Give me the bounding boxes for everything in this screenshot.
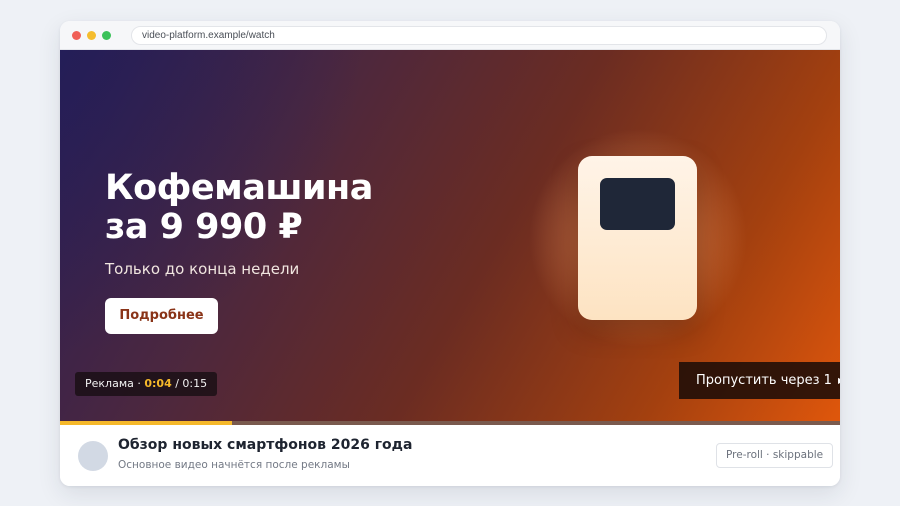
- video-player[interactable]: Кофемашина за 9 990 ₽ Только до конца не…: [60, 50, 840, 425]
- ad-total-time: / 0:15: [175, 377, 208, 390]
- ad-subline: Только до конца недели: [105, 260, 300, 278]
- ad-current-time: 0:04: [144, 377, 172, 390]
- coffee-machine-screen: [600, 178, 675, 230]
- browser-window: video-platform.example/watch Кофемашина …: [60, 21, 840, 486]
- video-info-bar: Обзор новых смартфонов 2026 года Основно…: [60, 425, 840, 486]
- ad-type-badge: Pre-roll · skippable: [716, 443, 834, 468]
- minimize-window-dot[interactable]: [87, 31, 96, 40]
- ad-label: Реклама ·: [85, 377, 141, 390]
- address-bar[interactable]: video-platform.example/watch: [131, 26, 827, 45]
- play-arrow-icon: ▶: [838, 376, 840, 385]
- channel-avatar[interactable]: [78, 441, 108, 471]
- ad-headline-line2: за 9 990 ₽: [105, 207, 303, 247]
- video-title[interactable]: Обзор новых смартфонов 2026 года: [118, 437, 412, 453]
- ad-headline-line1: Кофемашина: [105, 168, 373, 208]
- ad-timer-badge: Реклама · 0:04 / 0:15: [75, 372, 218, 396]
- video-subtitle: Основное видео начнётся после рекламы: [118, 459, 350, 471]
- learn-more-button[interactable]: Подробнее: [105, 298, 218, 334]
- close-window-dot[interactable]: [72, 31, 81, 40]
- maximize-window-dot[interactable]: [102, 31, 111, 40]
- skip-ad-button[interactable]: Пропустить через 1 ▶: [679, 362, 840, 399]
- coffee-machine-illustration: [578, 156, 697, 320]
- browser-chrome: video-platform.example/watch: [60, 21, 840, 50]
- ad-headline: Кофемашина за 9 990 ₽: [105, 169, 445, 247]
- skip-ad-label: Пропустить через 1: [696, 373, 832, 388]
